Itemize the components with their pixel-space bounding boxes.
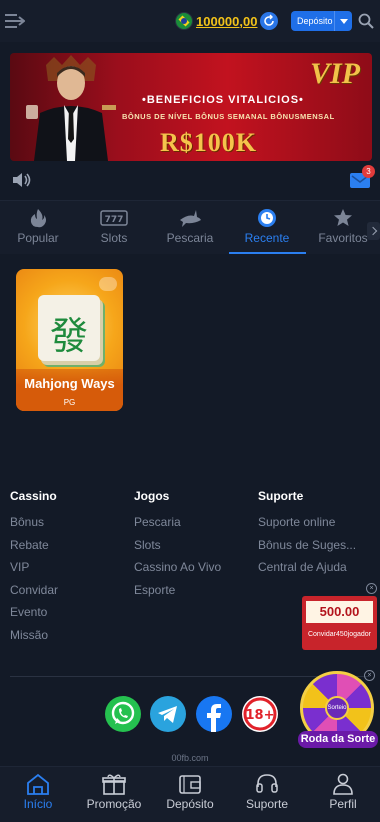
nav-inicio[interactable]: Início xyxy=(0,767,76,822)
footer-heading: Suporte xyxy=(258,489,304,503)
speaker-icon[interactable] xyxy=(12,172,32,188)
whatsapp-icon[interactable] xyxy=(105,696,141,732)
banner-vip-text: VIP xyxy=(310,57,361,90)
nav-suporte[interactable]: Suporte xyxy=(229,767,305,822)
nav-promocao[interactable]: Promoção xyxy=(76,767,152,822)
balance-box: 100000,00 xyxy=(175,10,285,32)
lucky-wheel-label[interactable]: Roda da Sorte xyxy=(298,731,378,748)
nav-label: Suporte xyxy=(245,797,289,811)
mahjong-tile-image: 發 xyxy=(38,295,100,361)
banner-amount: R$100K xyxy=(160,128,257,157)
footer-link-convidar[interactable]: Convidar xyxy=(10,583,58,606)
game-category-tabs: Popular 777 Slots Pescaria Recente Favor… xyxy=(0,200,380,254)
footer-link-bonus[interactable]: Bônus xyxy=(10,515,58,538)
invite-label: Convidar450jogador xyxy=(307,631,372,638)
footer-link-pescaria[interactable]: Pescaria xyxy=(134,515,221,538)
user-icon xyxy=(333,773,353,795)
page: 100000,00 Depósito VIP •BENEFICIOS VITAL… xyxy=(0,0,380,822)
deposit-button[interactable]: Depósito xyxy=(291,11,352,31)
close-invite-icon[interactable]: × xyxy=(366,583,377,594)
tab-label: Popular xyxy=(17,231,59,245)
banner-subtitle: BÔNUS DE NÍVEL BÔNUS SEMANAL BÔNUSMENSAL xyxy=(122,112,335,121)
gift-icon xyxy=(102,774,126,795)
tab-label: Slots xyxy=(100,231,128,245)
invite-amount: 500.00 xyxy=(306,601,373,623)
clock-icon xyxy=(258,209,276,227)
footer-link-slots[interactable]: Slots xyxy=(134,538,221,561)
brazil-flag-icon xyxy=(175,12,193,30)
star-icon xyxy=(334,209,352,226)
wallet-icon xyxy=(179,775,201,794)
site-url: 00fb.com xyxy=(171,753,209,763)
shark-icon xyxy=(180,210,201,227)
footer-cassino-column: Cassino Bônus Rebate VIP Convidar Evento… xyxy=(10,489,58,650)
deposit-button-label: Depósito xyxy=(297,16,333,26)
nav-label: Perfil xyxy=(329,797,357,811)
age-18-label: 18+ xyxy=(246,708,275,723)
active-tab-indicator xyxy=(229,252,306,254)
footer-link-central-ajuda[interactable]: Central de Ajuda xyxy=(258,560,356,583)
close-wheel-icon[interactable]: × xyxy=(364,670,375,681)
age-18-icon: 18+ xyxy=(242,696,278,732)
footer-link-suporte-online[interactable]: Suporte online xyxy=(258,515,356,538)
wheel-center: Sorteio xyxy=(325,696,349,720)
invite-bonus-widget[interactable]: 500.00 Convidar450jogador xyxy=(302,596,377,650)
bottom-navigation: Início Promoção Depósito Suporte Perfil xyxy=(0,766,380,822)
footer-link-esporte[interactable]: Esporte xyxy=(134,583,221,606)
tab-popular[interactable]: Popular xyxy=(0,201,76,255)
footer-link-evento[interactable]: Evento xyxy=(10,605,58,628)
headset-icon xyxy=(256,774,278,793)
footer-suporte-column: Suporte Suporte online Bônus de Suges...… xyxy=(258,489,356,583)
tab-label: Pescaria xyxy=(166,231,214,245)
tab-recente[interactable]: Recente xyxy=(229,201,305,255)
footer-jogos-column: Jogos Pescaria Slots Cassino Ao Vivo Esp… xyxy=(134,489,221,605)
search-icon[interactable] xyxy=(358,13,374,29)
slot-777-icon: 777 xyxy=(100,210,128,226)
game-name: Mahjong Ways xyxy=(24,376,115,391)
footer-heading: Jogos xyxy=(134,489,170,503)
footer-link-bonus-sugestao[interactable]: Bônus de Suges... xyxy=(258,538,356,561)
footer-link-cassino-ao-vivo[interactable]: Cassino Ao Vivo xyxy=(134,560,221,583)
menu-collapse-icon[interactable] xyxy=(5,12,25,30)
tab-label: Recente xyxy=(244,231,290,245)
banner-man-image xyxy=(26,55,116,161)
favorite-badge-icon[interactable] xyxy=(99,277,117,291)
telegram-icon[interactable] xyxy=(150,696,186,732)
nav-label: Promoção xyxy=(86,797,142,811)
tab-slots[interactable]: 777 Slots xyxy=(76,201,152,255)
top-bar: 100000,00 Depósito xyxy=(0,0,380,42)
refresh-balance-icon[interactable] xyxy=(260,12,279,30)
nav-label: Início xyxy=(23,797,53,811)
vip-promo-banner[interactable]: VIP •BENEFICIOS VITALICIOS• BÔNUS DE NÍV… xyxy=(10,53,372,161)
tile-character: 發 xyxy=(49,314,88,358)
footer-link-vip[interactable]: VIP xyxy=(10,560,58,583)
banner-title: •BENEFICIOS VITALICIOS• xyxy=(142,94,304,106)
tab-pescaria[interactable]: Pescaria xyxy=(152,201,228,255)
home-icon xyxy=(27,773,49,795)
balance-value: 100000,00 xyxy=(196,13,258,29)
tabs-scroll-right-button[interactable] xyxy=(367,222,380,240)
game-provider: PG xyxy=(63,398,76,407)
nav-perfil[interactable]: Perfil xyxy=(305,767,380,822)
svg-text:777: 777 xyxy=(105,215,124,225)
flame-icon xyxy=(30,209,46,228)
footer-link-rebate[interactable]: Rebate xyxy=(10,538,58,561)
nav-deposito[interactable]: Depósito xyxy=(152,767,228,822)
message-count-badge: 3 xyxy=(362,165,375,178)
nav-label: Depósito xyxy=(166,797,214,811)
footer-heading: Cassino xyxy=(10,489,57,503)
facebook-icon[interactable] xyxy=(196,696,232,732)
game-card-mahjong-ways[interactable]: 發 Mahjong Ways xyxy=(16,269,123,411)
chevron-down-icon[interactable] xyxy=(334,11,352,31)
footer-link-missao[interactable]: Missão xyxy=(10,628,58,651)
